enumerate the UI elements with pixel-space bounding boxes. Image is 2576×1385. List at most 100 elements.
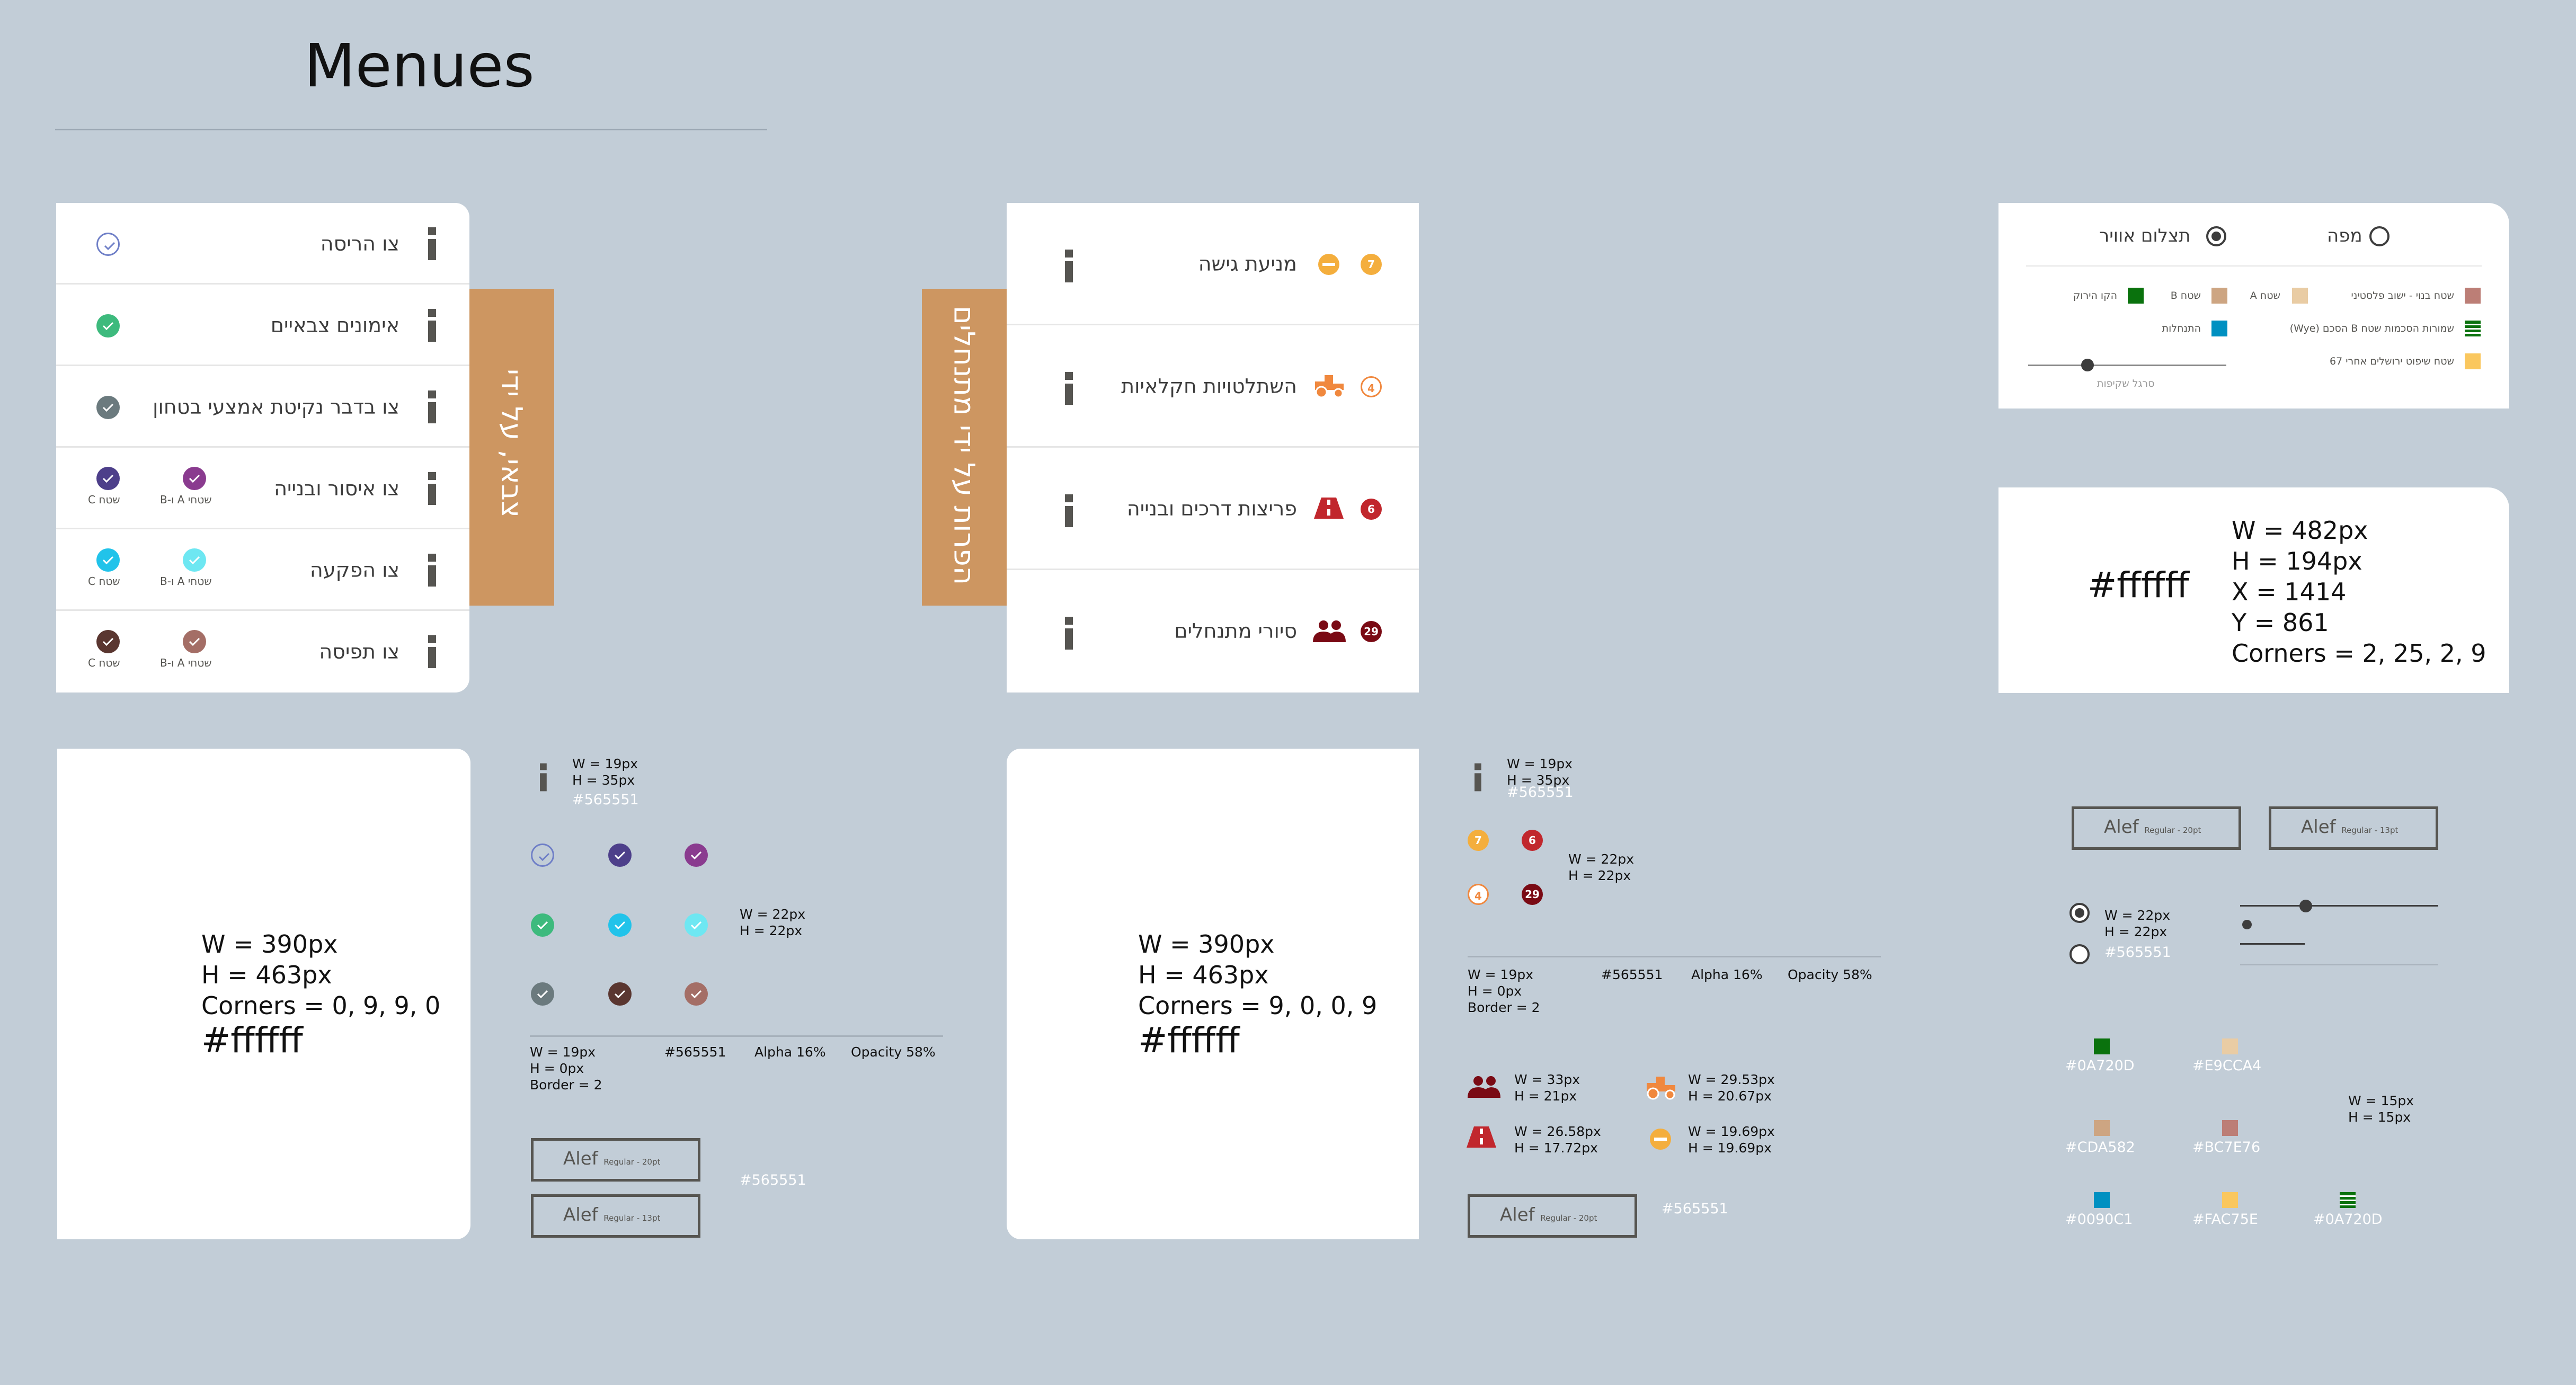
sample-check-outline-icon [531, 844, 554, 867]
sample-check-cyan-icon [608, 913, 632, 937]
menu-row-expropriation[interactable]: צו הפקעה שטחי A ו-B שטח C [56, 529, 469, 611]
info-icon[interactable] [426, 635, 438, 668]
font-name: Alef [563, 1204, 598, 1226]
check-gray-icon[interactable] [96, 396, 120, 419]
note-line: W = 19px [1468, 967, 1534, 982]
info-icon[interactable] [426, 227, 438, 260]
legend-swatch-wye[interactable] [2465, 321, 2481, 336]
info-icon[interactable] [1063, 372, 1074, 405]
spec-lines: W = 482px H = 194px X = 1414 Y = 861 Cor… [2232, 515, 2486, 669]
check-green-icon[interactable] [96, 314, 120, 338]
menu-row-agricultural-takeovers[interactable]: השתלטויות חקלאיות 4 [1007, 325, 1419, 448]
sample-tractor-icon [1647, 1077, 1675, 1100]
note-line: Border = 2 [530, 1077, 602, 1093]
menu-row-prohibition[interactable]: צו איסור ובנייה שטחי A ו-B שטח C [56, 448, 469, 529]
annot-road-size: W = 26.58px H = 17.72px [1514, 1123, 1601, 1156]
annot-divider-sample-2 [1468, 956, 1881, 957]
menu-row-settler-patrols[interactable]: סיורי מתנחלים 29 [1007, 570, 1419, 692]
swatch-hex: #E9CCA4 [2192, 1058, 2262, 1074]
info-icon[interactable] [426, 309, 438, 342]
swatch-hex: #0090C1 [2065, 1211, 2133, 1228]
opacity-slider-thumb[interactable] [2081, 359, 2094, 371]
info-icon[interactable] [426, 390, 438, 423]
info-icon[interactable] [426, 554, 438, 587]
layers-divider [2026, 265, 2482, 267]
settler-tab-label: הפרות על ידי מתנחלים [947, 306, 981, 585]
opacity-slider-track[interactable] [2028, 365, 2226, 366]
info-icon[interactable] [426, 472, 438, 505]
spec-line: H = 194px [2232, 547, 2362, 575]
spec-line: W = 482px [2232, 516, 2368, 545]
annot-swatch-size: W = 15px H = 15px [2348, 1093, 2414, 1125]
area-c-label: שטח C [88, 575, 120, 588]
map-label: מפה [2327, 225, 2362, 246]
font-sample-20pt-3: Alef Regular - 20pt [2072, 806, 2241, 850]
font-name: Alef [563, 1148, 598, 1169]
font-size-label: Regular - 13pt [603, 1213, 661, 1223]
sample-badge-orange-outline: 4 [1468, 884, 1489, 905]
annot-info-size-2: W = 19px H = 35px [1507, 756, 1573, 788]
spec-line: H = 463px [1138, 961, 1269, 989]
menu-row-seizure[interactable]: צו תפיסה שטחי A ו-B שטח C [56, 611, 469, 692]
check-indigo-icon[interactable] [96, 467, 120, 490]
legend-swatch-area-a[interactable] [2292, 288, 2308, 304]
annot-divider-size-2: W = 19px H = 0px Border = 2 [1468, 966, 1540, 1016]
check-purple-icon[interactable] [183, 467, 206, 490]
menu-row-label: צו הפקעה [309, 558, 399, 582]
orders-tab-label: צבאי, על ידי [495, 368, 529, 518]
sample-slider-handle [2242, 920, 2252, 929]
note-line: W = 22px [1568, 851, 1635, 867]
legend-label: שטח A [2250, 290, 2280, 301]
sample-radio-on [2069, 903, 2090, 923]
annot-radio-hex: #565551 [2104, 944, 2171, 961]
spec-line: Corners = 2, 25, 2, 9 [2232, 639, 2486, 668]
area-ab-label: שטחי A ו-B [160, 656, 212, 669]
settler-violations-tab[interactable]: הפרות על ידי מתנחלים [922, 289, 1007, 606]
annot-divider-alpha-2: Alpha 16% [1691, 967, 1763, 982]
map-radio[interactable] [2369, 226, 2390, 246]
check-cyan-icon[interactable] [96, 548, 120, 572]
legend-swatch-jerusalem[interactable] [2465, 353, 2481, 369]
info-icon[interactable] [1063, 494, 1074, 527]
menu-row-label: פריצות דרכים ובנייה [1126, 497, 1297, 520]
spec-line: Corners = 9, 0, 0, 9 [1138, 991, 1378, 1020]
spec-line: X = 1414 [2232, 578, 2347, 606]
menu-row-military-training[interactable]: אימונים צבאיים [56, 285, 469, 366]
note-line: W = 22px [740, 907, 806, 922]
check-light-cyan-icon[interactable] [183, 548, 206, 572]
sample-settlers-icon [1468, 1076, 1500, 1098]
legend-swatch-area-b[interactable] [2211, 288, 2227, 304]
swatch-wye [2340, 1192, 2356, 1208]
info-icon[interactable] [1063, 617, 1074, 650]
info-icon [538, 763, 548, 792]
count-badge: 7 [1361, 254, 1382, 275]
menu-row-access-denial[interactable]: מניעת גישה 7 [1007, 203, 1419, 325]
aerial-photo-radio[interactable] [2206, 226, 2226, 246]
menu-row-road-breaches[interactable]: פריצות דרכים ובנייה 6 [1007, 448, 1419, 570]
swatch-hex: #BC7E76 [2192, 1139, 2261, 1156]
sample-road-icon [1467, 1126, 1496, 1148]
sample-divider [2240, 964, 2438, 965]
sample-check-brown-icon [608, 982, 632, 1006]
menu-row-demolition[interactable]: צו הריסה [56, 203, 469, 285]
font-size-label: Regular - 20pt [603, 1157, 661, 1167]
check-brown-icon[interactable] [96, 630, 120, 653]
legend-swatch-settlement[interactable] [2211, 321, 2227, 336]
check-rose-icon[interactable] [183, 630, 206, 653]
spec-line: W = 390px [201, 930, 338, 958]
area-ab-label: שטחי A ו-B [160, 575, 212, 588]
check-outline-icon[interactable] [96, 233, 120, 256]
opacity-slider-label: סרגל שקיפות [2097, 378, 2155, 389]
orders-menu-tab[interactable]: צבאי, על ידי [469, 289, 554, 606]
menu-row-security-measures[interactable]: צו בדבר נקיטת אמצעי בטחון [56, 366, 469, 448]
menu-row-label: צו הריסה [320, 232, 399, 255]
note-line: H = 15px [2348, 1109, 2411, 1125]
legend-swatch-builtup[interactable] [2465, 288, 2481, 304]
tractor-icon [1315, 375, 1344, 398]
menu-row-label: סיורי מתנחלים [1174, 619, 1297, 643]
legend-swatch-green-line[interactable] [2128, 288, 2144, 304]
spec-hex: #ffffff [1138, 1020, 1240, 1061]
legend-label: שטח בנוי - ישוב פלסטיני [2351, 290, 2454, 301]
info-icon[interactable] [1063, 250, 1074, 282]
note-line: H = 17.72px [1514, 1140, 1598, 1156]
